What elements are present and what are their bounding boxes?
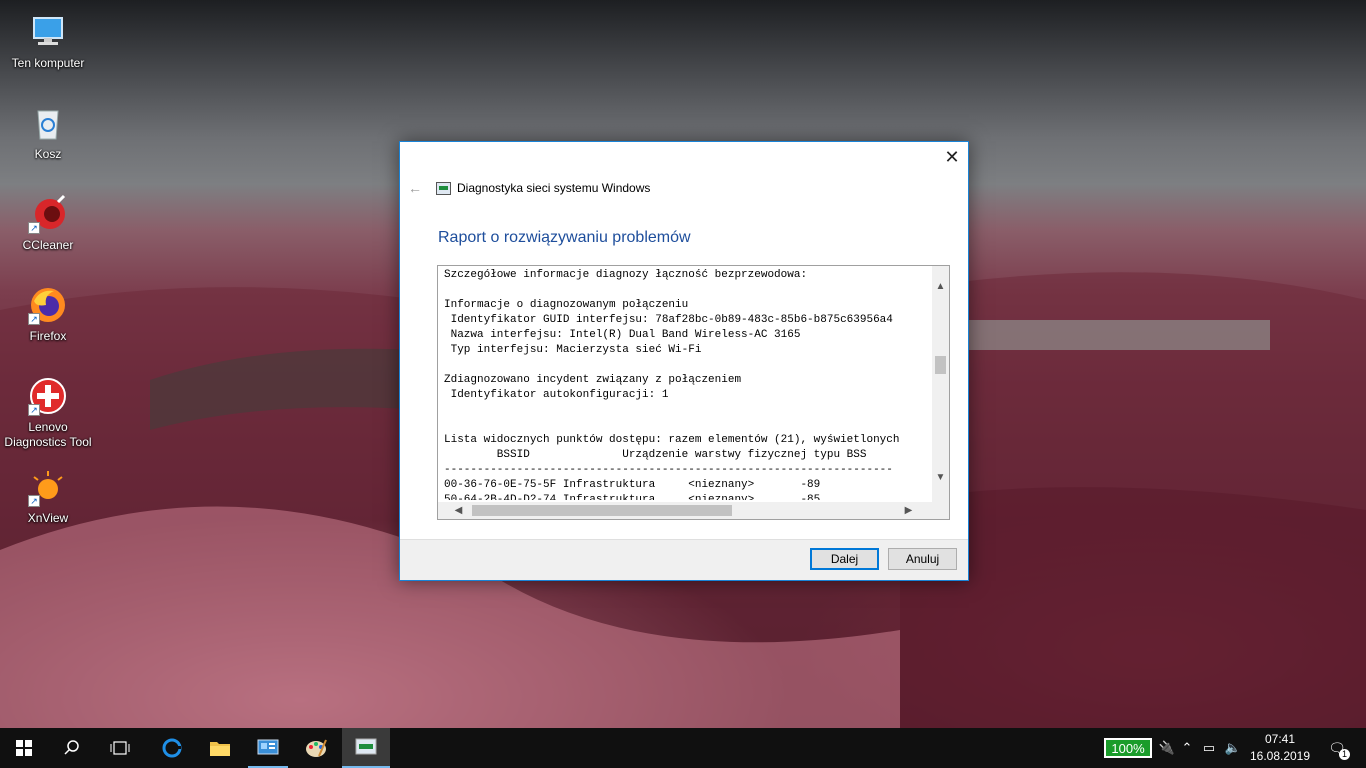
network-diagnostics-icon xyxy=(436,181,451,195)
report-line: Szczegółowe informacje diagnozy łączność… xyxy=(444,269,808,281)
report-line: 50-64-2B-4D-D2-74 Infrastruktura <niezna… xyxy=(444,494,821,500)
lenovo-diagnostics-icon: ↗ xyxy=(28,376,68,416)
cancel-button[interactable]: Anuluj xyxy=(888,548,957,570)
report-line: Nazwa interfejsu: Intel(R) Dual Band Wir… xyxy=(444,329,801,341)
firefox-icon: ↗ xyxy=(28,285,68,325)
desktop-icon-label: Kosz xyxy=(34,147,62,161)
desktop-icon-label: Lenovo Diagnostics Tool xyxy=(4,420,92,449)
report-line: ----------------------------------------… xyxy=(444,464,893,476)
back-arrow-icon[interactable]: ← xyxy=(408,180,424,196)
report-line xyxy=(444,283,934,298)
shortcut-arrow-icon: ↗ xyxy=(28,222,40,234)
network-diagnostics-dialog: ✕ ← Diagnostyka sieci systemu Windows Ra… xyxy=(399,141,969,581)
report-line: 00-36-76-0E-75-5F Infrastruktura <niezna… xyxy=(444,479,821,491)
report-content: Szczegółowe informacje diagnozy łączność… xyxy=(444,268,934,500)
desktop-icon-label: Firefox xyxy=(29,329,67,343)
windows-logo-icon xyxy=(16,740,32,756)
close-icon: ✕ xyxy=(944,146,960,167)
control-panel-icon xyxy=(257,739,279,755)
volume-icon[interactable]: 🔈 xyxy=(1222,728,1244,768)
vertical-scrollbar[interactable]: ▲ ▼ xyxy=(932,266,949,502)
scroll-down-icon[interactable]: ▼ xyxy=(932,469,949,486)
clock-date: 16.08.2019 xyxy=(1249,749,1311,763)
dialog-header: ← Diagnostyka sieci systemu Windows xyxy=(408,178,650,198)
window-title: Diagnostyka sieci systemu Windows xyxy=(457,181,651,195)
shortcut-arrow-icon: ↗ xyxy=(28,404,40,416)
desktop-icon-label: XnView xyxy=(27,511,69,525)
desktop-icon-this-pc[interactable]: Ten komputer xyxy=(0,4,96,88)
paint-icon xyxy=(306,739,327,757)
task-view-button[interactable] xyxy=(96,728,144,768)
desktop-icon-ccleaner[interactable]: ↗ CCleaner xyxy=(0,186,96,270)
taskbar-paint[interactable] xyxy=(292,728,340,768)
battery-indicator[interactable]: 100% xyxy=(1104,738,1152,758)
chevron-up-icon[interactable]: ⌃ xyxy=(1176,728,1198,768)
search-button[interactable] xyxy=(48,728,96,768)
report-line: BSSID Urządzenie warstwy fizycznej typu … xyxy=(444,449,867,461)
shortcut-arrow-icon: ↗ xyxy=(28,313,40,325)
report-textbox[interactable]: Szczegółowe informacje diagnozy łączność… xyxy=(437,265,950,520)
desktop-icon-firefox[interactable]: ↗ Firefox xyxy=(0,277,96,361)
desktop-icon-xnview[interactable]: ↗ XnView xyxy=(0,459,96,543)
desktop-icon-label: Ten komputer xyxy=(11,56,85,70)
report-line: Lista widocznych punktów dostępu: razem … xyxy=(444,434,900,446)
desktop-icon-label: CCleaner xyxy=(22,238,74,252)
folder-icon xyxy=(210,742,230,756)
taskbar-edge[interactable] xyxy=(148,728,196,768)
power-plug-icon[interactable]: 🔌 xyxy=(1156,728,1178,768)
ccleaner-icon: ↗ xyxy=(28,194,68,234)
clock-time: 07:41 xyxy=(1264,732,1296,746)
horizontal-scrollbar[interactable]: ◀ ▶ xyxy=(438,502,934,519)
xnview-icon: ↗ xyxy=(28,467,68,507)
scroll-left-icon[interactable]: ◀ xyxy=(450,502,467,519)
vertical-scroll-thumb[interactable] xyxy=(935,356,946,374)
report-line: Identyfikator autokonfiguracji: 1 xyxy=(444,389,669,401)
close-button[interactable]: ✕ xyxy=(936,142,968,172)
dialog-footer: Dalej Anuluj xyxy=(400,539,968,580)
taskbar-control-panel[interactable] xyxy=(244,728,292,768)
report-line: Typ interfejsu: Macierzysta sieć Wi-Fi xyxy=(444,344,702,356)
clock[interactable]: 07:41 16.08.2019 xyxy=(1246,731,1314,765)
notification-count: 1 xyxy=(1339,749,1350,760)
action-center-button[interactable]: 🗨 1 xyxy=(1320,728,1354,768)
computer-icon xyxy=(28,12,68,52)
taskbar-file-explorer[interactable] xyxy=(196,728,244,768)
taskbar-network-diagnostics[interactable] xyxy=(342,728,390,768)
desktop-icon-lenovo-diagnostics[interactable]: ↗ Lenovo Diagnostics Tool xyxy=(0,368,96,452)
recycle-bin-icon xyxy=(28,103,68,143)
report-line: Informacje o diagnozowanym połączeniu xyxy=(444,299,689,311)
report-line: Zdiagnozowano incydent związany z połącz… xyxy=(444,374,742,386)
scroll-right-icon[interactable]: ▶ xyxy=(900,502,917,519)
search-icon xyxy=(64,740,79,755)
report-line: Identyfikator GUID interfejsu: 78af28bc-… xyxy=(444,314,893,326)
network-diagnostics-icon xyxy=(355,738,377,755)
report-line xyxy=(444,418,934,433)
shortcut-arrow-icon: ↗ xyxy=(28,495,40,507)
task-view-icon xyxy=(110,741,130,755)
report-line xyxy=(444,358,934,373)
scroll-up-icon[interactable]: ▲ xyxy=(932,278,949,295)
desktop-icon-recycle-bin[interactable]: Kosz xyxy=(0,95,96,179)
report-heading: Raport o rozwiązywaniu problemów xyxy=(438,229,691,246)
report-line xyxy=(444,403,934,418)
start-button[interactable] xyxy=(0,728,48,768)
next-button[interactable]: Dalej xyxy=(810,548,879,570)
scrollbar-corner xyxy=(932,502,949,519)
edge-icon xyxy=(162,738,182,758)
battery-icon[interactable]: ▭ xyxy=(1198,728,1220,768)
horizontal-scroll-thumb[interactable] xyxy=(472,505,732,516)
